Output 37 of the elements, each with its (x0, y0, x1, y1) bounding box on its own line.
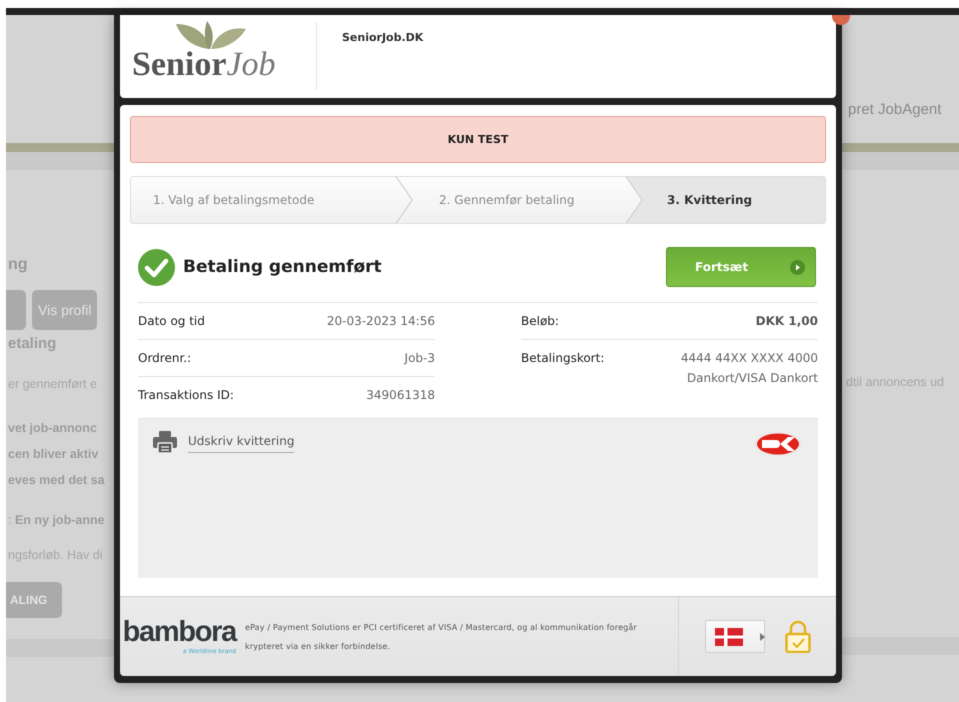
caret-icon (760, 632, 765, 640)
continue-button[interactable]: Fortsæt (666, 247, 816, 287)
card-type: Dankort/VISA Dankort (686, 371, 818, 385)
leaves-icon (174, 20, 248, 50)
detail-value: DKK 1,00 (756, 314, 818, 328)
check-icon (138, 248, 175, 286)
play-icon (790, 260, 805, 274)
detail-value: 4444 44XX XXXX 4000 (680, 351, 818, 365)
bold-text: cen bliver aktiv (8, 446, 100, 463)
detail-label: Betalingskort: (521, 351, 604, 365)
flag-icon (715, 628, 743, 646)
detail-value: Job-3 (404, 351, 435, 365)
test-notice: KUN TEST (130, 116, 826, 163)
detail-label: Beløb: (521, 314, 559, 328)
lock-icon (785, 620, 811, 653)
card-logo-icon (754, 431, 802, 457)
profile-button[interactable]: Vis profil (32, 290, 98, 330)
logo-text: SeniorJob (132, 48, 276, 82)
site-name: SeniorJob.DK (342, 31, 424, 44)
print-link[interactable]: Udskriv kvittering (188, 434, 294, 453)
section-heading: etaling (8, 334, 58, 354)
brand-logo: bambora (122, 618, 236, 644)
detail-label: Ordrenr.: (138, 351, 192, 365)
bold-text: eves med det sa (8, 472, 106, 489)
detail-value: 20-03-2023 14:56 (326, 314, 435, 328)
language-selector[interactable] (705, 620, 765, 653)
nav-link[interactable]: pret JobAgent (848, 100, 942, 120)
detail-value: 349061318 (366, 388, 435, 402)
security-text: ePay / Payment Solutions er PCI certificeret af VISA / Mastercard, og al kommunikation foregår krypteret via en sikker forbindelse. (245, 622, 638, 653)
bold-text: vet job-annonc (8, 420, 98, 437)
page-heading: ng (8, 255, 29, 275)
status-title: Betaling gennemført (183, 257, 383, 277)
payment-button[interactable]: ALING (6, 582, 62, 618)
detail-label: Transaktions ID: (138, 388, 234, 402)
detail-label: Dato og tid (138, 314, 205, 328)
body-text: : En ny job-anne (8, 512, 106, 529)
printer-icon (153, 431, 177, 453)
